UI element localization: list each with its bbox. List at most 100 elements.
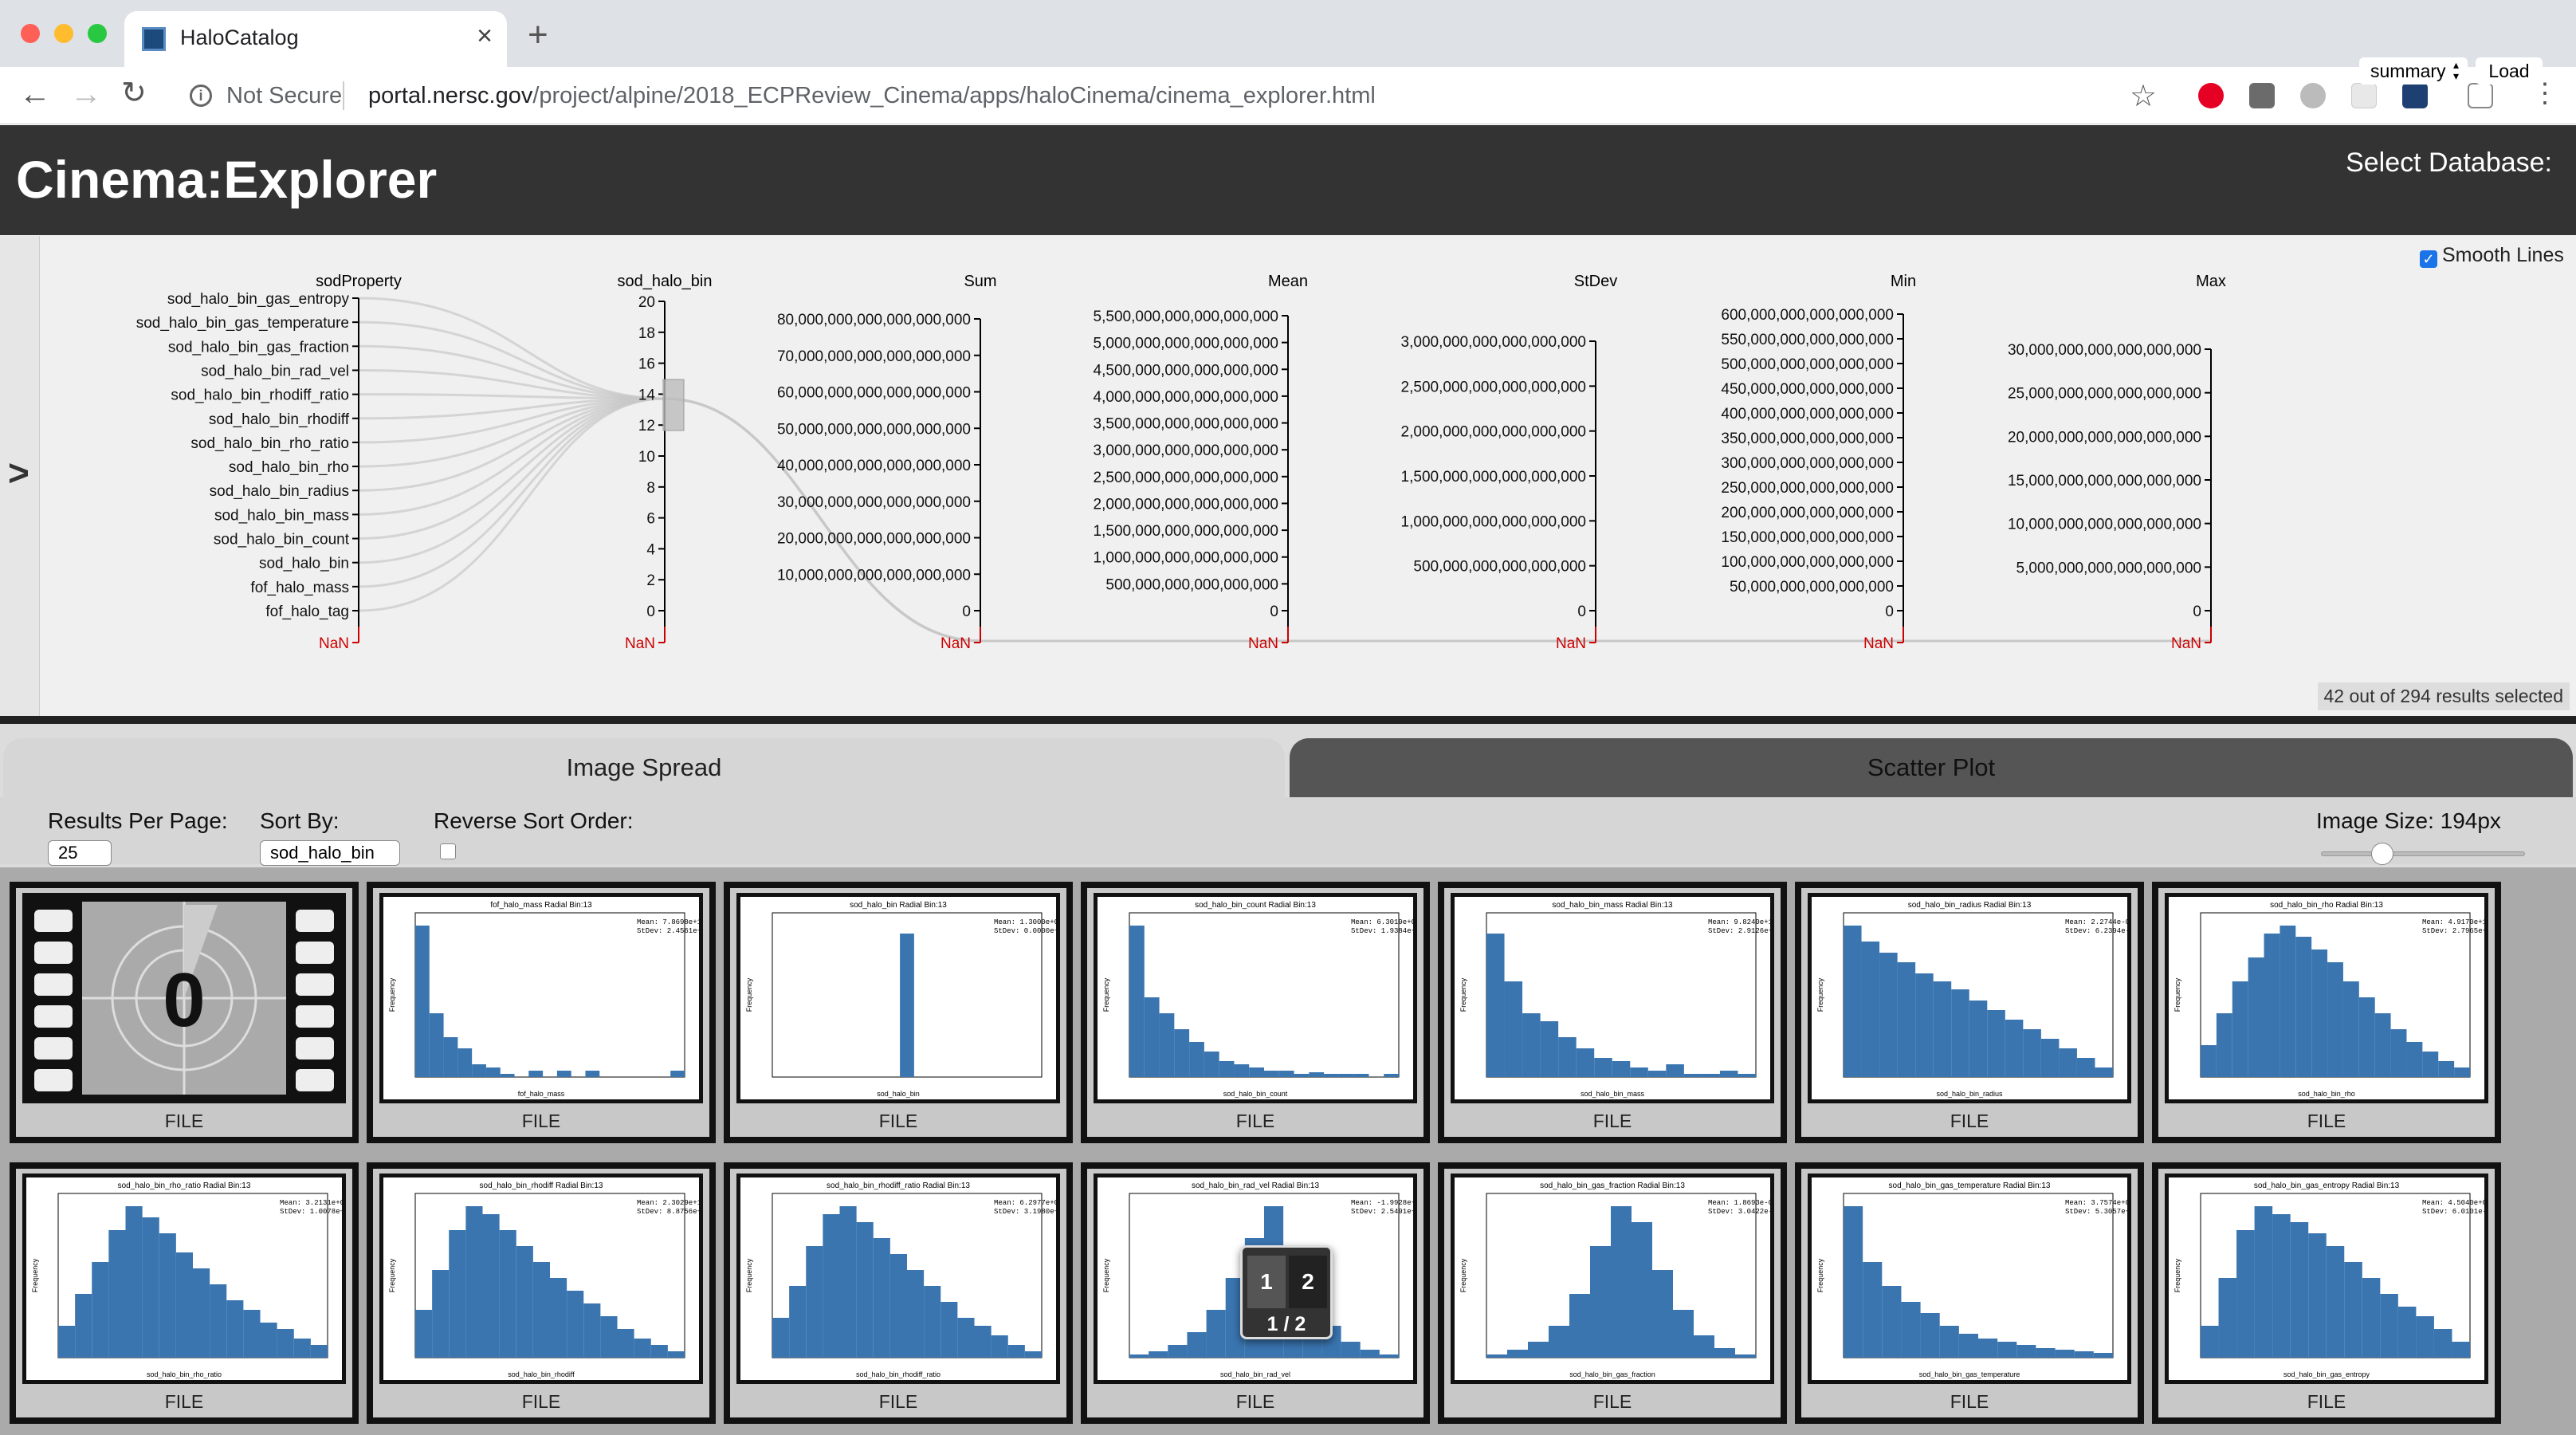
tick-label: fof_halo_mass [250,580,349,596]
image-frame[interactable]: sod_halo_bin_rho Radial Bin:13 Mean: 4.91… [2165,893,2488,1103]
checkbox-checked-icon[interactable]: ✓ [2420,250,2437,268]
cursor-extension-icon[interactable] [2468,83,2493,108]
image-card[interactable]: sod_halo_bin_rhodiff Radial Bin:13 Mean: … [367,1162,716,1424]
panel-divider[interactable] [0,716,2576,724]
panel-toggle-button[interactable]: > [0,236,40,716]
histogram-bar [2036,1348,2056,1358]
axis-Min[interactable]: Min 600,000,000,000,000,000 550,000,000,00… [1721,273,1916,652]
image-card[interactable]: sod_halo_bin_gas_fraction Radial Bin:13 M… [1438,1162,1787,1424]
histogram-bar [1129,926,1145,1077]
smooth-lines-toggle[interactable]: ✓ Smooth Lines [2420,244,2564,268]
histogram-bar [585,1071,600,1077]
histogram-ylabel: Frequency [388,977,396,1012]
tab-image-spread[interactable]: Image Spread [3,738,1285,797]
pager-page-1[interactable]: 1 [1247,1256,1286,1308]
url-input[interactable]: i Not Secure portal.nersc.gov/project/al… [179,75,2155,116]
file-label: FILE [1592,1391,1632,1412]
tick-label: 1,000,000,000,000,000,000 [1401,513,1586,530]
axis-Mean[interactable]: Mean 5,500,000,000,000,000,000 5,000,000,0… [1094,273,1308,652]
histogram-bar [260,1323,277,1358]
image-card[interactable]: sod_halo_bin_mass Radial Bin:13 Mean: 9.8… [1438,882,1787,1143]
image-frame[interactable]: fof_halo_mass Radial Bin:13 Mean: 7.8698e… [379,893,703,1103]
axis-StDev[interactable]: StDev 3,000,000,000,000,000,000 2,500,000,… [1401,273,1618,652]
axis-brush[interactable] [662,379,685,431]
back-arrow-icon[interactable]: ← [19,78,51,110]
image-card[interactable]: sod_halo_bin_gas_temperature Radial Bin:… [1795,1162,2144,1424]
close-window-icon[interactable] [21,24,40,43]
histogram-bar [1987,1010,2005,1077]
image-frame[interactable]: sod_halo_bin_mass Radial Bin:13 Mean: 9.8… [1451,893,1774,1103]
new-tab-button[interactable]: + [528,18,548,53]
slider-handle[interactable] [2370,843,2393,865]
histogram-bar [1249,1067,1264,1077]
tab-close-icon[interactable]: × [477,22,493,49]
axis-Max[interactable]: Max 30,000,000,000,000,000,000 25,000,000,… [2008,273,2226,652]
histogram-ylabel: Frequency [1459,1258,1467,1292]
tab-scatter-plot[interactable]: Scatter Plot [1290,738,2573,797]
image-frame[interactable]: sod_halo_bin_rho_ratio Radial Bin:13 Mean… [22,1174,346,1384]
tick-label: 400,000,000,000,000,000 [1721,406,1894,423]
histogram-bar [500,1074,515,1077]
image-frame[interactable]: sod_halo_bin_rhodiff Radial Bin:13 Mean: … [379,1174,703,1384]
tick-label: 12 [638,418,655,434]
results-per-page-select[interactable]: 25 [48,840,112,866]
histogram-thumbnail: sod_halo_bin_rho Radial Bin:13 Mean: 4.91… [2174,901,2484,1098]
maximize-window-icon[interactable] [88,24,107,43]
histogram-bar [1129,1354,1149,1358]
load-button[interactable]: Load [2476,57,2543,85]
stat-mean: Mean: 4.5040e+00 [2422,1199,2484,1207]
browser-tab[interactable]: HaloCatalog × [124,11,507,67]
histogram-bar [670,1071,685,1077]
image-frame[interactable]: sod_halo_bin_gas_entropy Radial Bin:13 Me… [2165,1174,2488,1384]
histogram-bar [1863,1262,1883,1358]
image-card[interactable]: sod_halo_bin_rhodiff_ratio Radial Bin:13… [724,1162,1073,1424]
image-frame[interactable]: sod_halo_bin_rhodiff_ratio Radial Bin:13… [736,1174,1060,1384]
tick-label: 4,500,000,000,000,000,000 [1094,362,1278,379]
reload-icon[interactable]: ↻ [121,78,147,108]
sort-by-select[interactable]: sod_halo_bin [260,840,400,866]
axis-sod_halo_bin[interactable]: sod_halo_bin20181614121086420NaN [618,273,713,652]
image-frame[interactable]: sod_halo_bin_gas_fraction Radial Bin:13 M… [1451,1174,1774,1384]
histogram-bar [1549,1326,1569,1358]
image-card[interactable]: 0 FILE [10,882,359,1143]
histogram-bar [1528,1342,1549,1358]
minimize-window-icon[interactable] [54,24,73,43]
reverse-sort-checkbox[interactable] [440,843,456,859]
forward-arrow-icon[interactable]: → [70,78,102,110]
circle-extension-icon[interactable] [2300,83,2326,108]
axis-Sum[interactable]: Sum 80,000,000,000,000,000,000 70,000,000,… [777,273,997,652]
histogram-bar [1915,973,1934,1077]
image-card[interactable]: sod_halo_bin_rho_ratio Radial Bin:13 Mean… [10,1162,359,1424]
image-card[interactable]: sod_halo_bin_rho Radial Bin:13 Mean: 4.91… [2152,882,2501,1143]
histogram-bar [1168,1345,1188,1358]
image-frame[interactable]: 0 [22,893,346,1103]
bookmark-star-icon[interactable]: ☆ [2130,78,2157,114]
image-size-slider[interactable] [2321,843,2525,865]
pager-page-2[interactable]: 2 [1289,1256,1327,1308]
image-frame[interactable]: sod_halo_bin_count Radial Bin:13 Mean: 6.… [1094,893,1417,1103]
pinterest-extension-icon[interactable] [2198,83,2224,108]
histogram-bar [1933,981,1952,1077]
image-frame[interactable]: sod_halo_bin_radius Radial Bin:13 Mean: 2… [1808,893,2131,1103]
histogram-ylabel: Frequency [388,1258,396,1292]
histogram-title: fof_halo_mass Radial Bin:13 [490,901,592,910]
image-card[interactable]: sod_halo_bin_gas_entropy Radial Bin:13 Me… [2152,1162,2501,1424]
axis-sodProperty[interactable]: sodPropertysod_halo_bin_gas_entropy sod_h… [136,273,402,652]
info-icon[interactable]: i [190,85,212,107]
image-card[interactable]: sod_halo_bin_radius Radial Bin:13 Mean: 2… [1795,882,2144,1143]
image-pager-popup[interactable]: 1 2 1 / 2 [1240,1245,1333,1339]
app-header: Cinema:Explorer Select Database: [0,125,2576,235]
image-frame[interactable]: sod_halo_bin_gas_temperature Radial Bin:… [1808,1174,2131,1384]
image-card[interactable]: sod_halo_bin_count Radial Bin:13 Mean: 6.… [1081,882,1430,1143]
histogram-ylabel: Frequency [745,977,753,1012]
database-select[interactable]: summary [2359,57,2468,85]
image-card[interactable]: fof_halo_mass Radial Bin:13 Mean: 7.8698e… [367,882,716,1143]
image-card[interactable]: sod_halo_bin Radial Bin:13 Mean: 1.3000e+… [724,882,1073,1143]
grid-extension-icon[interactable] [2351,83,2377,108]
image-frame[interactable]: sod_halo_bin Radial Bin:13 Mean: 1.3000e+… [736,893,1060,1103]
histogram-bar [1007,1345,1025,1358]
parallel-coordinates-chart[interactable]: sodPropertysod_halo_bin_gas_entropy sod_h… [40,236,2576,716]
chart-extension-icon[interactable] [2402,83,2428,108]
histogram-bar [2272,1214,2291,1358]
stack-extension-icon[interactable] [2249,83,2275,108]
